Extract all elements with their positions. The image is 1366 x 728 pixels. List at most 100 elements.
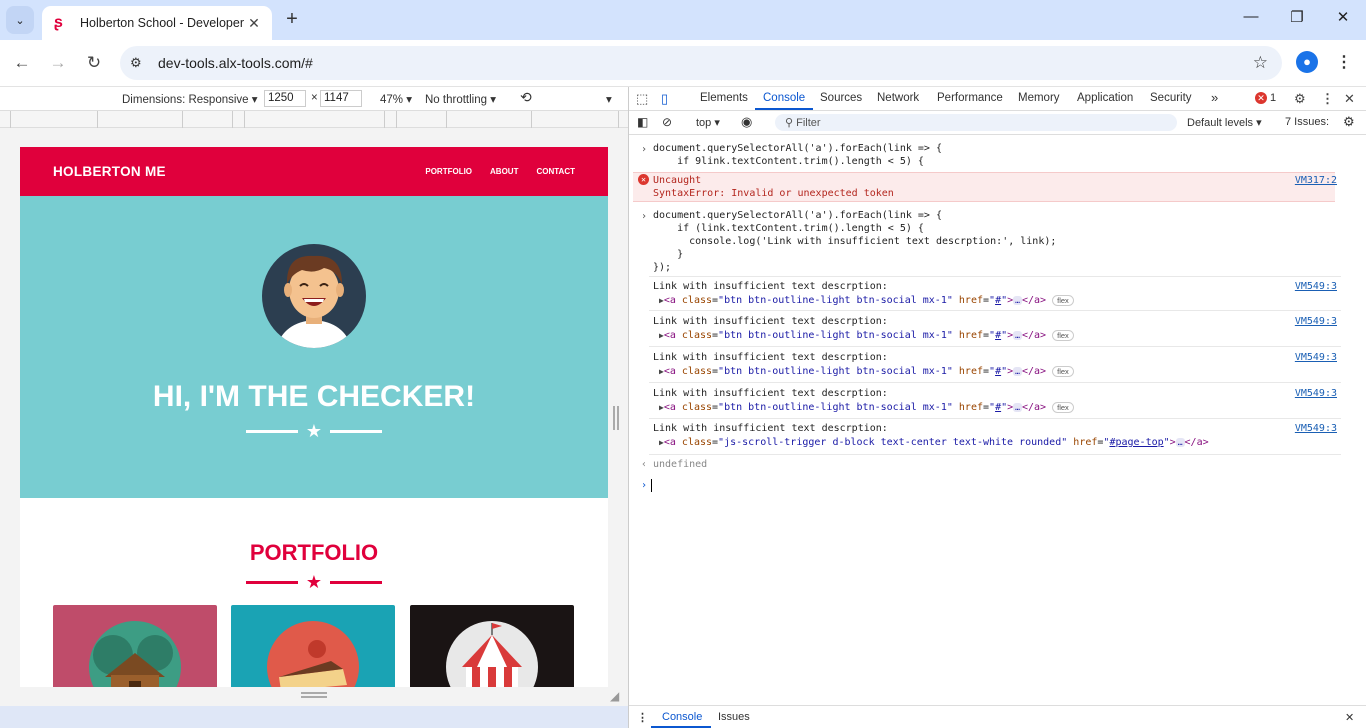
tab-security[interactable]: Security	[1150, 92, 1192, 104]
ellipsis-icon[interactable]: …	[1013, 402, 1022, 412]
ellipsis-icon[interactable]: …	[1013, 330, 1022, 340]
levels-select[interactable]: Default levels ▾	[1187, 116, 1262, 129]
nav-about-link[interactable]: ABOUT	[490, 167, 518, 176]
tab-network[interactable]: Network	[877, 92, 919, 104]
console-input-line: document.querySelectorAll('a').forEach(l…	[653, 210, 942, 221]
viewport-resize-handle-bottom[interactable]	[301, 692, 327, 698]
portfolio-card-cake[interactable]	[231, 605, 395, 687]
flex-badge[interactable]: flex	[1052, 294, 1074, 306]
back-icon[interactable]: ←	[11, 52, 33, 74]
more-options-icon[interactable]: ▾	[606, 92, 612, 106]
log-element-node[interactable]: ▶<a class="btn btn-outline-light btn-soc…	[629, 365, 1366, 378]
nav-contact-link[interactable]: CONTACT	[536, 167, 575, 176]
ellipsis-icon[interactable]: …	[1013, 366, 1022, 376]
devtools-drawer: ⋮ Console Issues ✕	[629, 705, 1366, 728]
more-tabs-icon[interactable]: »	[1211, 90, 1218, 105]
issues-button[interactable]: 7 Issues:	[1285, 116, 1329, 128]
restore-icon[interactable]: ❐	[1274, 8, 1320, 26]
node-class: btn btn-outline-light btn-social mx-1	[724, 366, 947, 377]
filter-input[interactable]: ⚲ Filter	[775, 114, 1177, 131]
error-source-link[interactable]: VM317:2	[1295, 174, 1337, 187]
console-settings-icon[interactable]: ⚙	[1343, 114, 1355, 130]
portfolio-divider: ★	[20, 572, 608, 593]
node-href[interactable]: #page-top	[1109, 437, 1163, 448]
node-href[interactable]: #	[995, 295, 1001, 306]
portfolio-card-circus[interactable]	[410, 605, 574, 687]
log-source-link[interactable]: VM549:3	[1295, 315, 1337, 328]
new-tab-button[interactable]: +	[282, 8, 302, 31]
log-element-node[interactable]: ▶<a class="js-scroll-trigger d-block tex…	[629, 436, 1366, 449]
browser-titlebar: ⌄ ʂ Holberton School - Developer t ✕ + —…	[0, 0, 1366, 40]
console-input-caret[interactable]	[651, 479, 652, 492]
clear-console-icon[interactable]: ⊘	[662, 115, 672, 129]
width-input[interactable]: 1250	[264, 90, 306, 107]
site-brand[interactable]: HOLBERTON ME	[53, 164, 166, 179]
zoom-select[interactable]: 47% ▾	[380, 92, 412, 106]
sidebar-toggle-icon[interactable]: ◧	[637, 115, 648, 129]
close-window-icon[interactable]: ✕	[1320, 8, 1366, 26]
dimensions-label: Dimensions: Responsive	[122, 94, 249, 106]
drawer-tab-issues[interactable]: Issues	[718, 711, 750, 723]
tab-title: Holberton School - Developer t	[80, 16, 244, 30]
height-input[interactable]: 1147	[320, 90, 362, 107]
minimize-icon[interactable]: —	[1228, 8, 1274, 25]
site-info-icon[interactable]: ⚙	[130, 55, 152, 71]
inspect-element-icon[interactable]: ⬚	[636, 91, 648, 107]
log-element-node[interactable]: ▶<a class="btn btn-outline-light btn-soc…	[629, 294, 1366, 307]
browser-tab[interactable]: ʂ Holberton School - Developer t ✕	[42, 6, 272, 40]
settings-gear-icon[interactable]: ⚙	[1294, 91, 1306, 107]
device-toggle-icon[interactable]: ▯	[661, 91, 668, 107]
log-source-link[interactable]: VM549:3	[1295, 387, 1337, 400]
tab-console[interactable]: Console	[763, 92, 805, 104]
console-input-line: }	[653, 249, 684, 260]
website-preview: HOLBERTON ME PORTFOLIO ABOUT CONTACT HI,…	[20, 147, 608, 687]
flex-badge[interactable]: flex	[1052, 401, 1074, 413]
rotate-icon[interactable]: ⟲	[520, 89, 532, 106]
profile-avatar-icon[interactable]: ●	[1296, 51, 1318, 73]
tab-performance[interactable]: Performance	[937, 92, 1003, 104]
error-count-badge[interactable]: ✕ 1	[1255, 92, 1276, 104]
active-tab-indicator	[755, 108, 813, 110]
viewport-resize-corner-icon[interactable]: ◢	[610, 689, 619, 703]
url-text[interactable]: dev-tools.alx-tools.com/#	[158, 55, 313, 71]
devtools-menu-icon[interactable]: ⋮	[1321, 91, 1334, 107]
viewport-resize-handle-right[interactable]	[613, 406, 619, 430]
nav-portfolio-link[interactable]: PORTFOLIO	[425, 167, 472, 176]
reload-icon[interactable]: ↻	[83, 52, 105, 74]
tab-search-button[interactable]: ⌄	[6, 6, 34, 34]
context-select[interactable]: top ▾	[696, 116, 720, 129]
close-drawer-icon[interactable]: ✕	[1345, 711, 1354, 724]
close-tab-icon[interactable]: ✕	[244, 15, 264, 32]
tab-application[interactable]: Application	[1077, 92, 1133, 104]
dimensions-select[interactable]: Dimensions: Responsive ▾	[122, 92, 258, 106]
tab-memory[interactable]: Memory	[1018, 92, 1060, 104]
ellipsis-icon[interactable]: …	[1013, 295, 1022, 305]
close-devtools-icon[interactable]: ✕	[1344, 91, 1355, 107]
omnibox[interactable]: ⚙ dev-tools.alx-tools.com/# ☆	[120, 46, 1282, 80]
tab-elements[interactable]: Elements	[700, 92, 748, 104]
log-source-link[interactable]: VM549:3	[1295, 351, 1337, 364]
live-expression-eye-icon[interactable]: ◉	[741, 114, 752, 130]
holberton-favicon-icon: ʂ	[54, 14, 63, 31]
ellipsis-icon[interactable]: …	[1175, 437, 1185, 447]
node-href[interactable]: #	[995, 402, 1001, 413]
node-href[interactable]: #	[995, 330, 1001, 341]
log-element-node[interactable]: ▶<a class="btn btn-outline-light btn-soc…	[629, 329, 1366, 342]
tab-sources[interactable]: Sources	[820, 92, 862, 104]
forward-icon[interactable]: →	[47, 52, 69, 74]
browser-menu-icon[interactable]: ⋮	[1336, 52, 1352, 72]
filter-icon: ⚲	[785, 117, 794, 129]
node-href[interactable]: #	[995, 366, 1001, 377]
log-source-link[interactable]: VM549:3	[1295, 422, 1337, 435]
site-navbar: HOLBERTON ME PORTFOLIO ABOUT CONTACT	[20, 147, 608, 196]
flex-badge[interactable]: flex	[1052, 329, 1074, 341]
drawer-menu-icon[interactable]: ⋮	[637, 711, 648, 724]
drawer-tab-console[interactable]: Console	[662, 711, 702, 723]
bookmark-star-icon[interactable]: ☆	[1253, 53, 1268, 73]
flex-badge[interactable]: flex	[1052, 365, 1074, 377]
console-input-line: if 9link.textContent.trim().length < 5) …	[653, 156, 924, 167]
portfolio-card-cabin[interactable]	[53, 605, 217, 687]
log-element-node[interactable]: ▶<a class="btn btn-outline-light btn-soc…	[629, 401, 1366, 414]
log-source-link[interactable]: VM549:3	[1295, 280, 1337, 293]
throttling-select[interactable]: No throttling ▾	[425, 92, 496, 106]
